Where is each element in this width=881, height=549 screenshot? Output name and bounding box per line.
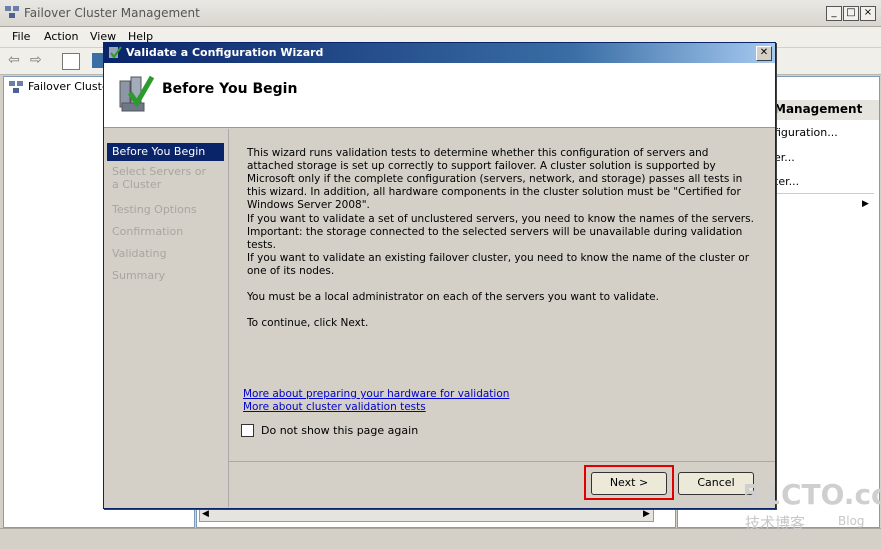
forward-arrow-icon[interactable]: ⇨: [30, 52, 42, 68]
action-create-cluster[interactable]: er...: [774, 151, 795, 164]
continue-paragraph: To continue, click Next.: [247, 317, 369, 329]
wizard-header: Before You Begin: [104, 63, 775, 128]
step-summary: Summary: [112, 269, 166, 282]
wizard-title-icon: [109, 46, 122, 59]
close-window-button[interactable]: ×: [860, 6, 876, 21]
step-label: Before You Begin: [112, 145, 206, 158]
watermark-subtitle: 技术博客: [745, 514, 806, 532]
maximize-button[interactable]: □: [843, 6, 859, 21]
wizard-steps: Before You Begin Select Servers or a Clu…: [104, 129, 229, 507]
wizard-titlebar: Validate a Configuration Wizard ✕: [104, 43, 775, 63]
menu-file[interactable]: File: [12, 30, 30, 43]
minimize-button[interactable]: _: [826, 6, 842, 21]
unclustered-paragraph: If you want to validate a set of unclust…: [247, 213, 754, 251]
action-manage-cluster[interactable]: ter...: [774, 175, 799, 188]
menu-action[interactable]: Action: [44, 30, 78, 43]
wizard-footer: Next > Cancel: [228, 461, 775, 508]
step-testing-options: Testing Options: [112, 203, 197, 216]
actions-divider: [774, 193, 874, 194]
main-window-title: Failover Cluster Management: [24, 6, 200, 20]
wizard-content: This wizard runs validation tests to det…: [229, 129, 774, 459]
step-select-servers: Select Servers or a Cluster: [112, 165, 206, 191]
wizard-title: Validate a Configuration Wizard: [126, 46, 324, 59]
scroll-left-icon[interactable]: ◀: [202, 509, 209, 519]
validate-wizard-dialog: Validate a Configuration Wizard ✕ Before…: [103, 42, 776, 509]
do-not-show-checkbox[interactable]: [241, 424, 254, 437]
main-titlebar: Failover Cluster Management _ □ ×: [0, 0, 881, 27]
action-validate-configuration[interactable]: figuration...: [774, 126, 838, 139]
do-not-show-label: Do not show this page again: [261, 424, 419, 437]
existing-cluster-paragraph: If you want to validate an existing fail…: [247, 252, 750, 277]
back-arrow-icon[interactable]: ⇦: [8, 52, 20, 68]
wizard-close-button[interactable]: ✕: [756, 46, 772, 61]
scroll-right-icon[interactable]: ▶: [643, 509, 650, 519]
next-button[interactable]: Next >: [591, 472, 667, 495]
step-validating: Validating: [112, 247, 167, 260]
submenu-arrow-icon[interactable]: ▶: [862, 199, 869, 209]
tree-item-failover-cluster[interactable]: Failover Cluster: [28, 80, 113, 93]
validation-tests-link[interactable]: More about cluster validation tests: [243, 401, 426, 413]
validate-check-icon: [119, 75, 154, 112]
cluster-node-icon: [9, 81, 23, 93]
intro-paragraph: This wizard runs validation tests to det…: [247, 147, 743, 211]
hardware-validation-link[interactable]: More about preparing your hardware for v…: [243, 388, 509, 400]
admin-paragraph: You must be a local administrator on eac…: [247, 291, 659, 303]
cluster-app-icon: [5, 6, 19, 18]
step-confirmation: Confirmation: [112, 225, 184, 238]
step-before-you-begin[interactable]: Before You Begin: [107, 143, 224, 161]
wizard-heading: Before You Begin: [162, 81, 298, 97]
watermark-logo: 51CTO.com: [742, 478, 881, 511]
watermark-blog: Blog: [838, 514, 865, 528]
horizontal-scrollbar[interactable]: ◀ ▶: [199, 509, 654, 522]
console-tree-icon[interactable]: [62, 53, 80, 70]
actions-header: Management: [774, 102, 863, 116]
